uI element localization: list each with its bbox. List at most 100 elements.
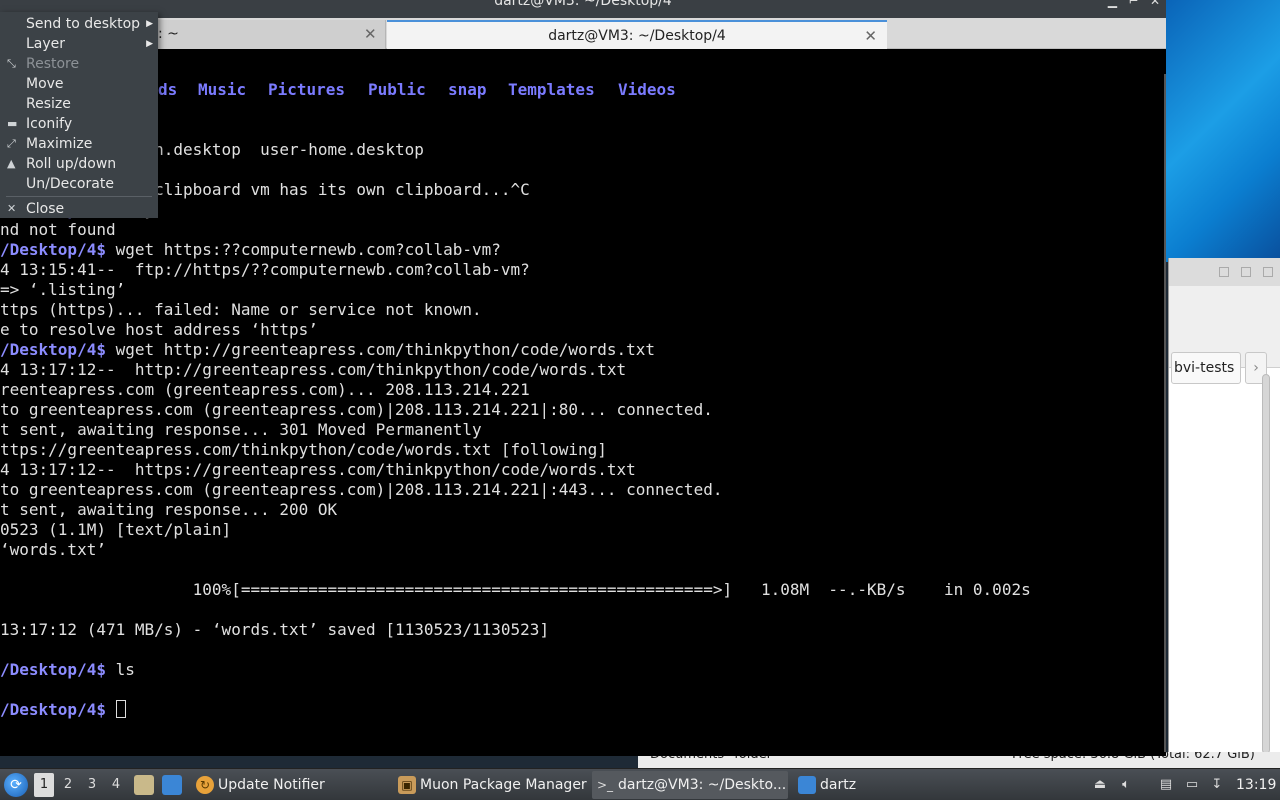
line-text: 4 13:17:12-- http://greenteapress.com/th…	[0, 360, 627, 379]
file-manager-titlebar[interactable]	[1169, 258, 1280, 286]
network-icon[interactable]: ▭	[1183, 775, 1201, 795]
line-text: 100%[===================================…	[0, 580, 1031, 599]
line-text: 4 13:15:41-- ftp://https/??computernewb.…	[0, 260, 530, 279]
menu-item-label: Send to desktop	[26, 16, 141, 32]
workspace-2-button[interactable]: 2	[58, 773, 78, 797]
terminal-line: ttps (https)... failed: Name or service …	[0, 300, 482, 320]
screen: bvi-tests › Documents" folder Free space…	[0, 0, 1280, 800]
terminal-line: reenteapress.com (greenteapress.com)... …	[0, 380, 530, 400]
terminal-line: /Desktop/4$ ls	[0, 660, 135, 680]
line-text: ttps (https)... failed: Name or service …	[0, 300, 482, 319]
menu-item-resize[interactable]: Resize	[0, 94, 158, 114]
terminal-line: /Desktop/4$ wget https:??computernewb.co…	[0, 240, 501, 260]
maximize-icon[interactable]	[1241, 267, 1251, 277]
terminal-line: 4 13:17:12-- https://greenteapress.com/t…	[0, 460, 636, 480]
line-text: => ‘.listing’	[0, 280, 126, 299]
line-text	[106, 700, 116, 719]
file-manager-window[interactable]: bvi-tests ›	[1168, 258, 1280, 768]
dir-entry: snap	[448, 80, 487, 99]
line-text: 4 13:17:12-- https://greenteapress.com/t…	[0, 460, 636, 479]
terminal-line: => ‘.listing’	[0, 280, 125, 300]
task-terminal[interactable]: >_ dartz@VM3: ~/Deskto...	[592, 771, 788, 799]
tab-label: dartz@VM3: ~/Desktop/4	[548, 28, 726, 44]
maximize-icon[interactable]: ⌐	[1128, 0, 1138, 8]
menu-item-iconify[interactable]: ▬ Iconify	[0, 114, 158, 134]
task-label: Muon Package Manager	[420, 777, 587, 793]
minimize-icon[interactable]: ▁	[1108, 0, 1117, 8]
menu-item-maximize[interactable]: ⤢ Maximize	[0, 134, 158, 154]
menu-item-label: Move	[26, 76, 64, 92]
show-desktop-icon[interactable]	[162, 775, 182, 795]
shell-prompt: /Desktop/4$	[0, 660, 106, 679]
volume-icon[interactable]: 🔈︎	[1117, 775, 1135, 795]
menu-item-label: Maximize	[26, 136, 93, 152]
terminal-window[interactable]: dartz@VM3: ~/Desktop/4 ▁ ⌐ ✕ : ~ ✕ dartz…	[0, 0, 1166, 756]
terminal-line: nd not found	[0, 220, 116, 240]
close-icon[interactable]: ✕	[364, 20, 377, 49]
terminal-line: /Desktop/4$ wget http://greenteapress.co…	[0, 340, 655, 360]
rollup-icon: ▲	[7, 157, 16, 170]
tab-desktop-4[interactable]: dartz@VM3: ~/Desktop/4 ✕	[387, 20, 887, 49]
line-text: to greenteapress.com (greenteapress.com)…	[0, 400, 713, 419]
shell-prompt: /Desktop/4$	[0, 340, 106, 359]
close-icon[interactable]: ✕	[1150, 0, 1160, 8]
menu-item-label: Layer	[26, 36, 66, 52]
task-muon-package-manager[interactable]: ▣ Muon Package Manager	[394, 771, 588, 799]
shell-prompt: /Desktop/4$	[0, 700, 106, 719]
shell-prompt: /Desktop/4$	[0, 240, 106, 259]
menu-item-send-to-desktop[interactable]: Send to desktop ▶	[0, 14, 158, 34]
iconify-icon: ▬	[7, 117, 18, 130]
minimize-icon[interactable]	[1219, 267, 1229, 277]
breadcrumb-bvi-tests[interactable]: bvi-tests	[1171, 352, 1241, 384]
task-dartz-folder[interactable]: dartz	[794, 771, 914, 799]
terminal-line: /Desktop/4$	[0, 700, 126, 720]
file-manager-scrollbar[interactable]	[1262, 374, 1270, 754]
window-controls[interactable]: ▁ ⌐ ✕	[1108, 0, 1160, 8]
terminal-scrollbar[interactable]	[1164, 74, 1166, 752]
eject-icon[interactable]: ⏏	[1091, 775, 1109, 795]
line-text: e to resolve host address ‘https’	[0, 320, 318, 339]
terminal-line: ‘words.txt’	[0, 540, 106, 560]
clock[interactable]: 13:19	[1236, 769, 1276, 800]
line-text: nd not found	[0, 220, 116, 239]
menu-item-un-decorate[interactable]: Un/Decorate	[0, 174, 158, 194]
menu-item-label: Un/Decorate	[26, 176, 114, 192]
update-status-icon[interactable]: ↧	[1208, 775, 1226, 795]
dir-entry: Templates	[508, 80, 595, 99]
menu-item-layer[interactable]: Layer ▶	[0, 34, 158, 54]
menu-item-roll-up-down[interactable]: ▲ Roll up/down	[0, 154, 158, 174]
maximize-icon: ⤢	[7, 137, 16, 150]
terminal-line: 0523 (1.1M) [text/plain]	[0, 520, 231, 540]
dir-entry: Music	[198, 80, 247, 99]
submenu-arrow-icon: ▶	[146, 39, 153, 49]
terminal-line: 13:17:12 (471 MB/s) - ‘words.txt’ saved …	[0, 620, 549, 640]
line-text: reenteapress.com (greenteapress.com)... …	[0, 380, 530, 399]
terminal-titlebar[interactable]: dartz@VM3: ~/Desktop/4 ▁ ⌐ ✕	[0, 0, 1166, 18]
package-manager-icon: ▣	[398, 776, 416, 794]
task-update-notifier[interactable]: ↻ Update Notifier	[192, 771, 388, 799]
workspace-4-button[interactable]: 4	[106, 773, 126, 797]
file-manager-launcher-icon[interactable]	[134, 775, 154, 795]
line-text: ‘words.txt’	[0, 540, 106, 559]
close-icon[interactable]: ✕	[864, 22, 877, 51]
line-text: ls	[105, 660, 135, 679]
menu-item-label: Iconify	[26, 116, 73, 132]
terminal-line: 4 13:15:41-- ftp://https/??computernewb.…	[0, 260, 530, 280]
menu-item-close[interactable]: ✕ Close	[0, 199, 158, 219]
workspace-3-button[interactable]: 3	[82, 773, 102, 797]
close-icon[interactable]	[1263, 267, 1273, 277]
dir-entry: ds	[158, 80, 178, 99]
menu-item-move[interactable]: Move	[0, 74, 158, 94]
terminal-line: to greenteapress.com (greenteapress.com)…	[0, 400, 713, 420]
start-menu-button[interactable]: ⟳	[4, 773, 28, 797]
line-text: t sent, awaiting response... 301 Moved P…	[0, 420, 482, 439]
menu-item-label: Restore	[26, 56, 80, 72]
taskbar: ⟳ 1 2 3 4 ↻ Update Notifier ▣ Muon Packa…	[0, 768, 1280, 800]
terminal-line: 100%[===================================…	[0, 580, 1031, 600]
window-title: dartz@VM3: ~/Desktop/4	[494, 0, 672, 9]
clipboard-icon[interactable]: ▤	[1157, 775, 1175, 795]
workspace-1-button[interactable]: 1	[34, 773, 54, 797]
terminal-tab-bar: : ~ ✕ dartz@VM3: ~/Desktop/4 ✕	[0, 18, 1166, 49]
terminal-output[interactable]: ds Music Pictures Public snap Templates Videos…	[0, 80, 1164, 752]
text-cursor	[115, 700, 126, 718]
